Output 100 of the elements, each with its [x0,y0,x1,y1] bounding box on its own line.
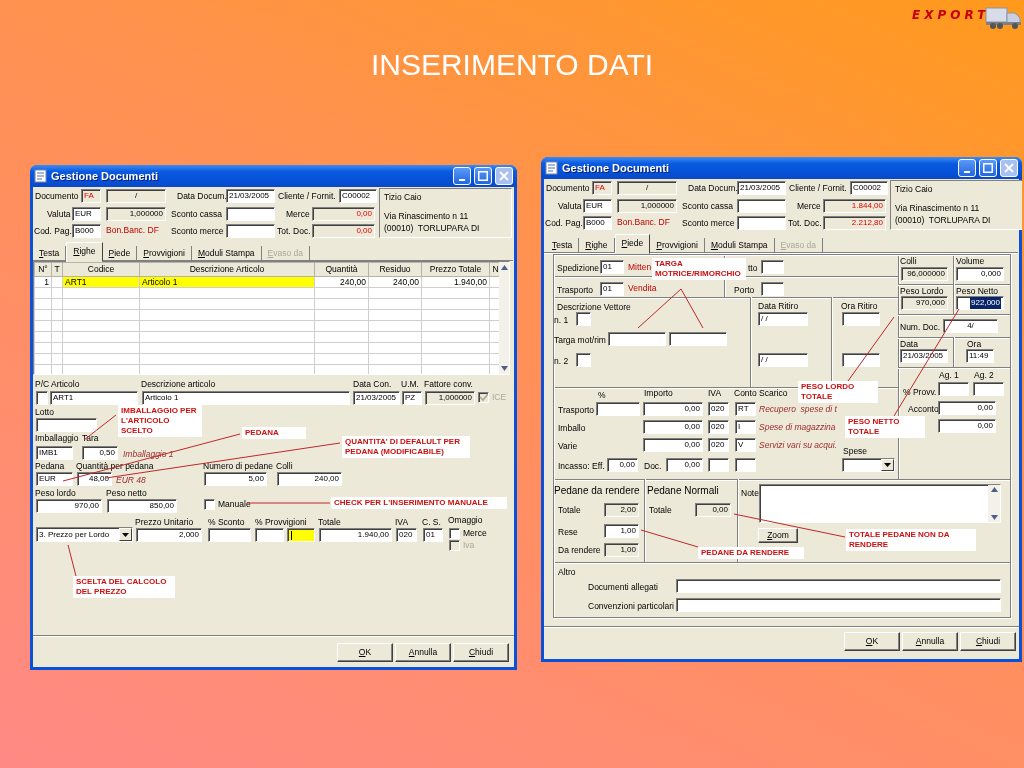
text-field[interactable] [737,216,786,230]
text-field[interactable]: / / [758,353,808,367]
text-field[interactable]: FA [592,181,612,195]
text-field[interactable] [669,332,727,346]
text-field[interactable]: 1,000000 [617,199,677,213]
text-field[interactable]: EUR [36,472,73,486]
minimize-button[interactable] [958,159,976,177]
text-field[interactable] [761,260,784,274]
tab[interactable]: Righe [66,242,103,262]
text-field[interactable]: 0,00 [938,401,996,415]
text-field[interactable]: 2.212,80 [823,216,886,230]
text-field[interactable]: / [106,189,166,203]
dropdown[interactable]: 3. Prezzo per Lordo [36,527,133,542]
maximize-button[interactable] [474,167,492,185]
text-field[interactable]: B000 [72,224,101,238]
text-field[interactable]: 1,00 [604,543,639,557]
close-button[interactable] [1000,159,1018,177]
text-field[interactable]: 1,000000 [106,207,166,221]
text-field[interactable]: 21/03/2005 [900,349,948,363]
tab[interactable]: Provvigioni [650,238,705,253]
text-field[interactable]: 0,00 [312,224,375,238]
text-field[interactable] [576,312,591,326]
text-field[interactable]: 0,00 [643,402,703,416]
text-field[interactable]: 0,00 [643,420,703,434]
text-field[interactable] [36,391,48,405]
text-field[interactable]: RT [735,402,756,416]
text-field[interactable]: / [617,181,677,195]
text-field[interactable] [208,528,251,542]
text-field[interactable]: 96,000000 [901,267,948,281]
text-field[interactable] [842,312,880,326]
tab[interactable]: Piede [614,234,651,254]
text-field[interactable] [938,382,969,396]
text-field[interactable]: 1,000000 [425,391,475,405]
text-field[interactable]: 0,00 [666,458,703,472]
checkbox[interactable]: Merce [449,528,487,539]
text-field[interactable]: 01 [423,528,443,542]
text-field[interactable] [973,382,1004,396]
text-field[interactable] [596,402,640,416]
text-field[interactable]: ART1 [50,391,138,405]
text-field[interactable]: C00002 [339,189,377,203]
text-field[interactable] [735,458,756,472]
dialog-button[interactable]: Zoom [758,528,798,543]
text-field[interactable]: C00002 [850,181,888,195]
text-field[interactable]: 21/03/2005 [737,181,786,195]
text-field[interactable]: PZ [402,391,422,405]
tab[interactable]: Righe [579,238,615,253]
text-field[interactable] [842,353,880,367]
dialog-button[interactable]: Chiudi [960,632,1016,651]
text-field[interactable]: 5,00 [204,472,267,486]
dialog-button[interactable]: OK [337,643,393,662]
minimize-button[interactable] [453,167,471,185]
text-field[interactable] [608,332,666,346]
text-area[interactable] [759,484,1001,523]
text-field[interactable] [708,458,729,472]
dialog-button[interactable]: Annulla [902,632,958,651]
text-field[interactable]: 020 [708,420,729,434]
maximize-button[interactable] [979,159,997,177]
text-field[interactable]: 48,00 [77,472,112,486]
dialog-button[interactable]: Chiudi [453,643,509,662]
text-field[interactable]: IMB1 [36,446,73,460]
text-field[interactable]: 922,000 [956,296,1004,310]
text-field[interactable]: 1.940,00 [319,528,392,542]
text-field[interactable]: 850,00 [107,499,177,513]
text-field[interactable]: 0,00 [312,207,375,221]
text-field[interactable]: FA [81,189,101,203]
text-field[interactable]: 0,50 [82,446,118,460]
text-field[interactable]: 970,00 [36,499,102,513]
tab[interactable]: Moduli Stampa [704,238,775,253]
text-field[interactable] [255,528,284,542]
text-field[interactable]: 01 [600,282,624,296]
text-field[interactable]: 2,00 [604,503,639,517]
text-field[interactable] [36,418,97,432]
text-field[interactable] [737,199,786,213]
text-field[interactable] [226,207,275,221]
text-field[interactable]: EUR [72,207,101,221]
text-field[interactable]: 11:49 [966,349,994,363]
dialog-button[interactable]: OK [844,632,900,651]
text-field[interactable]: EUR [583,199,612,213]
text-field[interactable]: 21/03/2005 [353,391,400,405]
text-field[interactable]: 0,000 [956,267,1004,281]
tab[interactable]: Testa [546,238,580,253]
text-field[interactable]: 970,000 [901,296,948,310]
text-field[interactable] [761,282,784,296]
scrollbar[interactable] [988,485,1000,522]
text-field[interactable]: 0,00 [607,458,638,472]
text-field[interactable]: V [735,438,756,452]
text-field[interactable] [576,353,591,367]
text-field[interactable]: 4/ [943,319,998,333]
text-field[interactable]: 0,00 [695,503,731,517]
text-field[interactable] [676,579,1001,593]
text-field[interactable]: I [735,420,756,434]
text-field[interactable] [226,224,275,238]
text-field[interactable]: / / [758,312,808,326]
text-field[interactable]: 020 [708,438,729,452]
text-field[interactable]: 21/03/2005 [226,189,275,203]
dialog-button[interactable]: Annulla [395,643,451,662]
text-field[interactable]: 2,000 [136,528,202,542]
text-field[interactable]: Articolo 1 [142,391,350,405]
text-field[interactable] [287,528,315,542]
text-field[interactable]: 1,00 [604,524,639,538]
